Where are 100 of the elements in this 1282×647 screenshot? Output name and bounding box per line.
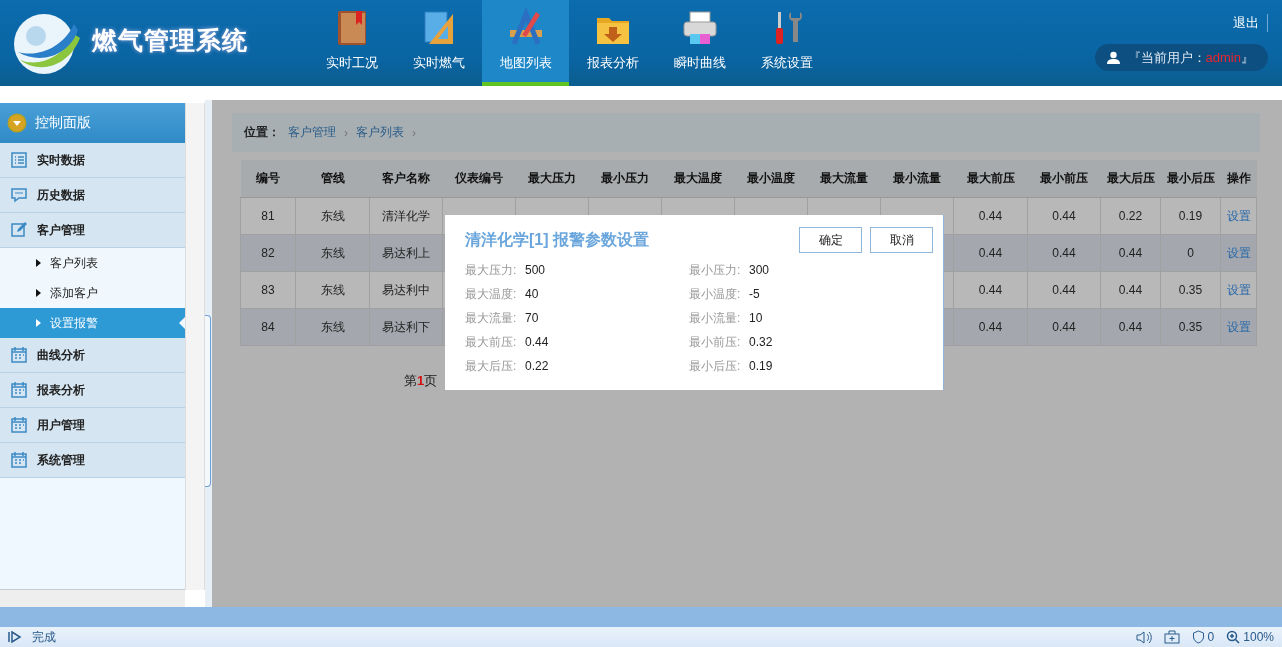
sidebar-item[interactable]: 实时数据 [0,143,185,178]
cancel-button[interactable]: 取消 [870,227,933,253]
table-cell: 83 [240,271,296,309]
nav-tab[interactable]: 地图列表 [482,0,569,86]
table-cell: 0.44 [1027,271,1101,309]
column-header: 最小压力 [588,160,662,198]
table-cell: 0.44 [1100,308,1161,346]
column-header: 最小温度 [734,160,808,198]
toolbox-icon[interactable] [1163,630,1180,644]
field-label: 最大温度: [465,285,518,303]
column-header: 最大前压 [953,160,1028,198]
field-label: 最小流量: [689,309,742,327]
sidebar-item[interactable]: 用户管理 [0,408,185,443]
field-label: 最大流量: [465,309,518,327]
field-label: 最小前压: [689,333,742,351]
field-label: 最大前压: [465,333,518,351]
zoom-icon[interactable] [1226,630,1241,644]
table-cell: 0 [1160,234,1221,272]
table-cell: 0.19 [1160,197,1221,235]
sidebar-header[interactable]: 控制面版 [0,103,185,143]
column-header: 操作 [1220,160,1257,198]
nav-tab[interactable]: 瞬时曲线 [656,0,743,86]
field-label: 最小压力: [689,261,742,279]
field-value: 300 [749,263,770,277]
splitter-handle[interactable] [205,315,211,487]
field-value: -5 [749,287,760,301]
column-header: 最小前压 [1027,160,1101,198]
table-cell: 81 [240,197,296,235]
calendar-icon [10,346,28,364]
field-label: 最小温度: [689,285,742,303]
breadcrumb-separator: › [412,125,416,140]
nav-tab[interactable]: 系统设置 [743,0,830,86]
sidebar-item[interactable]: 曲线分析 [0,338,185,373]
table-cell: 0.35 [1160,308,1221,346]
table-cell: 清洋化学 [369,197,443,235]
vertical-scrollbar[interactable] [185,103,205,590]
table-cell: 84 [240,308,296,346]
breadcrumb-label: 位置： [244,124,280,141]
column-header: 最大后压 [1100,160,1161,198]
table-cell: 0.44 [953,234,1028,272]
horizontal-scrollbar[interactable] [0,589,185,607]
table-cell: 0.44 [1100,271,1161,309]
table-cell: 0.35 [1160,271,1221,309]
logout-link[interactable]: 退出 [1233,14,1268,32]
field-label: 最小后压: [689,357,742,375]
nav-tab[interactable]: 实时燃气 [395,0,482,86]
column-header: 管线 [295,160,370,198]
table-cell: 东线 [295,271,370,309]
column-header: 最大流量 [807,160,881,198]
field-value: 40 [525,287,539,301]
field-value: 0.44 [525,335,549,349]
column-header: 最大压力 [515,160,589,198]
nav-tab[interactable]: 实时工况 [308,0,395,86]
table-cell: 0.44 [1027,234,1101,272]
confirm-button[interactable]: 确定 [799,227,862,253]
sidebar-item[interactable]: 客户管理 [0,213,185,248]
field-value: 10 [749,311,763,325]
triangle-icon [36,259,41,267]
table-cell: 东线 [295,234,370,272]
column-header: 编号 [240,160,296,198]
table-cell: 0.44 [1027,197,1101,235]
table-cell: 0.44 [1100,234,1161,272]
table-cell: 0.22 [1100,197,1161,235]
user-icon [1106,51,1120,64]
pagination-text: 第1页 [404,372,439,390]
table-cell: 0.44 [953,197,1028,235]
dialog-title: 清洋化学[1] 报警参数设置 [465,229,650,250]
column-header: 最小流量 [880,160,954,198]
breadcrumb-separator: › [344,125,348,140]
sidebar-item[interactable]: 报表分析 [0,373,185,408]
zoom-level: 100% [1243,630,1274,644]
app-title: 燃气管理系统 [92,24,248,56]
status-text: 完成 [32,628,56,646]
sidebar-item[interactable]: 系统管理 [0,443,185,478]
field-value: 0.19 [749,359,773,373]
nav-tab[interactable]: 报表分析 [569,0,656,86]
table-cell: 易达利中 [369,271,443,309]
field-label: 最大后压: [465,357,518,375]
sidebar-item[interactable]: 历史数据 [0,178,185,213]
field-value: 500 [525,263,546,277]
edit-icon [10,221,28,239]
table-cell: 东线 [295,308,370,346]
breadcrumb-link[interactable]: 客户管理 [288,124,336,141]
column-header: 仪表编号 [442,160,516,198]
calendar-icon [10,381,28,399]
table-cell: 易达利下 [369,308,443,346]
table-cell: 82 [240,234,296,272]
speaker-icon[interactable] [1135,630,1152,644]
shield-count: 0 [1207,630,1215,644]
calendar-icon [10,451,28,469]
table-cell: 0.44 [953,271,1028,309]
play-icon [8,631,22,643]
field-value: 0.22 [525,359,549,373]
shield-icon[interactable] [1191,630,1205,644]
breadcrumb-link[interactable]: 客户列表 [356,124,404,141]
chat-icon [10,186,28,204]
column-header: 客户名称 [369,160,443,198]
field-label: 最大压力: [465,261,518,279]
triangle-icon [36,319,41,327]
table-cell: 易达利上 [369,234,443,272]
